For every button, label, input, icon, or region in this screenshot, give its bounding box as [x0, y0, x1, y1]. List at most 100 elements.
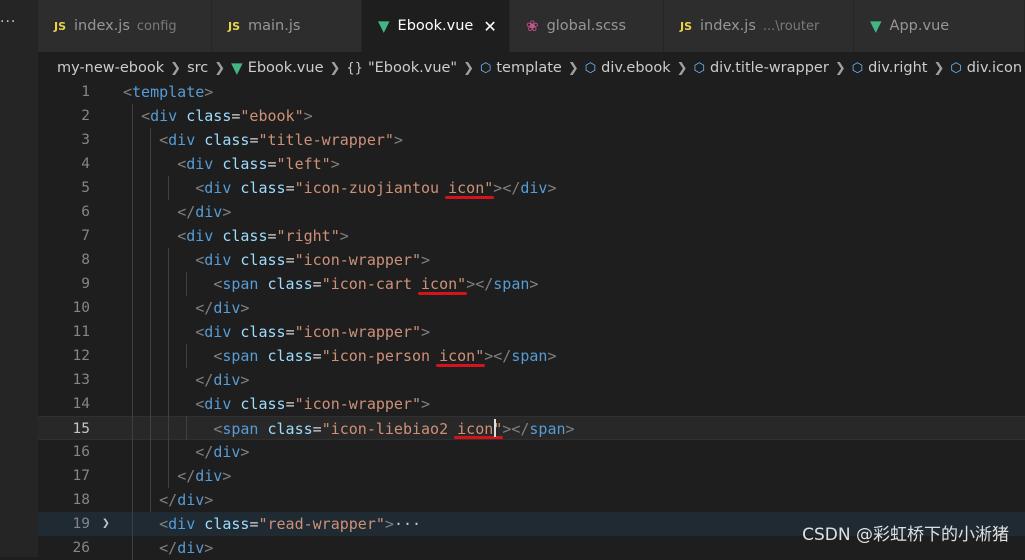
indent-guide — [149, 128, 151, 512]
close-icon[interactable]: ✕ — [483, 17, 496, 36]
code-text: </div> — [177, 467, 232, 485]
code-text: </div> — [159, 539, 214, 557]
line-number: 6 — [81, 204, 90, 220]
code-text: <div class="left"> — [177, 155, 340, 173]
code-text: </div> — [177, 203, 232, 221]
code-text: <div class="ebook"> — [141, 107, 313, 125]
more-actions-icon[interactable]: ··· — [0, 14, 38, 30]
code-editor[interactable]: 1 <template> 2 <div class="ebook"> 3 <div c… — [38, 80, 1025, 560]
annotation-underline — [444, 196, 495, 199]
js-icon: JS — [54, 19, 67, 33]
code-line[interactable]: 3 <div class="title-wrapper"> — [38, 128, 1025, 152]
line-number: 10 — [72, 300, 90, 316]
tab-main-js[interactable]: JS main.js — [212, 0, 362, 52]
tab-description: config — [136, 18, 177, 34]
indent-guide — [185, 272, 187, 296]
breadcrumb-item[interactable]: ⬡ div.ebook ❯ — [585, 60, 694, 76]
tab-index-js[interactable]: JS index.js config — [38, 0, 212, 52]
breadcrumb-label: my-new-ebook — [57, 60, 165, 76]
breadcrumb-item[interactable]: ⬡ div.right ❯ — [852, 60, 951, 76]
watermark: CSDN @彩虹桥下的小淅猪 — [802, 525, 1009, 545]
code-text: </div> — [195, 299, 250, 317]
breadcrumb-item[interactable]: ⬡ div.title-wrapper ❯ — [694, 60, 852, 76]
code-line[interactable]: 6 </div> — [38, 200, 1025, 224]
code-line[interactable]: 18 </div> — [38, 488, 1025, 512]
code-text: </div> — [195, 371, 250, 389]
breadcrumb-label: src — [187, 60, 209, 76]
code-line[interactable]: 8 <div class="icon-wrapper"> — [38, 248, 1025, 272]
tab-ebook-vue[interactable]: ▼ Ebook.vue ✕ — [362, 0, 510, 52]
line-number: 3 — [81, 132, 90, 148]
breadcrumb-item[interactable]: my-new-ebook ❯ — [57, 60, 187, 76]
code-line[interactable]: 14 <div class="icon-wrapper"> — [38, 392, 1025, 416]
breadcrumb-label: div.right — [868, 60, 928, 76]
editor-tab-bar: JS index.js config JS main.js ▼ Ebook.vue ✕ ❀ glo… — [38, 0, 1025, 52]
code-text: <div class="icon-wrapper"> — [195, 323, 431, 341]
code-line[interactable]: 17 </div> — [38, 464, 1025, 488]
activity-bar: ··· — [0, 0, 38, 557]
annotation-underline — [417, 292, 467, 295]
tab-global-scss[interactable]: ❀ global.scss — [510, 0, 664, 52]
code-line[interactable]: 2 <div class="ebook"> — [38, 104, 1025, 128]
breadcrumb-item[interactable]: ⬡ div.icon — [950, 60, 1022, 76]
braces-icon: {} — [346, 60, 363, 76]
scss-icon: ❀ — [526, 17, 539, 35]
code-line[interactable]: 1 <template> — [38, 80, 1025, 104]
breadcrumb-item[interactable]: ⬡ template ❯ — [480, 60, 585, 76]
code-line[interactable]: 5 <div class="icon-zuojiantou icon"></di… — [38, 176, 1025, 200]
chevron-right-icon: ❯ — [214, 60, 226, 76]
indent-guide — [167, 248, 169, 488]
chevron-right-icon: ❯ — [329, 60, 341, 76]
tab-index-js[interactable]: JS index.js ...\router — [664, 0, 854, 52]
chevron-right-icon[interactable]: ❯ — [102, 512, 110, 536]
tab-label: index.js — [700, 18, 756, 34]
breadcrumb-item[interactable]: {} "Ebook.vue" ❯ — [346, 60, 480, 76]
line-number: 26 — [72, 540, 90, 556]
tab-description: ...\router — [762, 18, 820, 34]
cube-icon: ⬡ — [480, 60, 492, 76]
breadcrumb-label: template — [496, 60, 562, 76]
vue-icon: ▼ — [231, 59, 243, 77]
line-number: 11 — [72, 324, 90, 340]
breadcrumb-item[interactable]: ▼ Ebook.vue ❯ — [231, 59, 346, 77]
indent-guide — [185, 416, 187, 440]
code-line[interactable]: 16 </div> — [38, 440, 1025, 464]
line-number: 19 — [72, 516, 90, 532]
code-text: </div> — [195, 443, 250, 461]
line-number: 16 — [72, 444, 90, 460]
chevron-right-icon: ❯ — [170, 60, 182, 76]
vue-icon: ▼ — [378, 17, 390, 35]
line-number: 17 — [72, 468, 90, 484]
code-line[interactable]: 4 <div class="left"> — [38, 152, 1025, 176]
code-text: <div class="read-wrapper">··· — [159, 515, 422, 533]
vue-icon: ▼ — [870, 17, 882, 35]
line-number: 18 — [72, 492, 90, 508]
cube-icon: ⬡ — [950, 60, 962, 76]
code-text: <div class="title-wrapper"> — [159, 131, 403, 149]
indent-guide — [167, 176, 169, 200]
tab-app-vue[interactable]: ▼ App.vue — [854, 0, 1025, 52]
code-line[interactable]: 13 </div> — [38, 368, 1025, 392]
line-number: 8 — [81, 252, 90, 268]
breadcrumb-label: Ebook.vue — [247, 60, 324, 76]
code-line[interactable]: 11 <div class="icon-wrapper"> — [38, 320, 1025, 344]
cube-icon: ⬡ — [693, 60, 705, 76]
line-number: 13 — [72, 372, 90, 388]
code-text: <div class="icon-wrapper"> — [195, 251, 431, 269]
code-line[interactable]: 10 </div> — [38, 296, 1025, 320]
line-number: 7 — [81, 228, 90, 244]
line-number: 2 — [81, 108, 90, 124]
breadcrumb-label: "Ebook.vue" — [367, 60, 458, 76]
js-icon: JS — [228, 19, 241, 33]
js-icon: JS — [680, 19, 693, 33]
tab-label: Ebook.vue — [397, 18, 474, 34]
tab-label: global.scss — [546, 18, 627, 34]
breadcrumb-label: div.icon — [966, 60, 1023, 76]
code-text: <span class="icon-person icon"></span> — [213, 347, 557, 365]
line-number: 12 — [72, 348, 90, 364]
line-number: 4 — [81, 156, 90, 172]
breadcrumb-item[interactable]: src ❯ — [187, 60, 231, 76]
code-line[interactable]: 7 <div class="right"> — [38, 224, 1025, 248]
tab-label: App.vue — [889, 18, 950, 34]
chevron-right-icon: ❯ — [567, 60, 579, 76]
